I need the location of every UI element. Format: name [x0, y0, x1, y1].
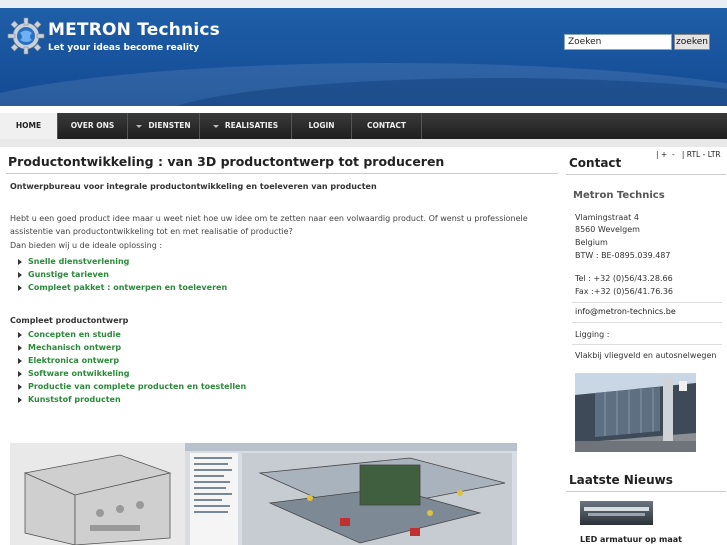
brand-tagline: Let your ideas become reality	[48, 43, 200, 53]
address-line: Vlamingstraat 4	[575, 213, 639, 222]
contact-heading: Contact	[569, 156, 622, 170]
vat-number: BTW : BE-0895.039.487	[575, 251, 671, 260]
nav-item-over-ons[interactable]: OVER ONS	[58, 113, 128, 139]
nav-item-home[interactable]: HOME	[0, 113, 58, 139]
gear-logo-icon[interactable]	[6, 16, 46, 56]
nav-subbar	[0, 139, 727, 147]
section-list: Concepten en studie Mechanisch ontwerp E…	[6, 328, 558, 406]
fax-number: Fax :+32 (0)56/41.76.36	[575, 287, 673, 296]
news-item-link[interactable]: LED armatuur op maat	[580, 535, 682, 544]
list-item[interactable]: Concepten en studie	[18, 328, 558, 341]
font-increase-button[interactable]: +	[661, 150, 667, 159]
list-item[interactable]: Productie van complete producten en toes…	[18, 380, 558, 393]
list-item[interactable]: Compleet pakket : ontwerpen en toelevere…	[18, 281, 558, 294]
divider	[572, 344, 722, 345]
divider	[572, 302, 722, 303]
list-item[interactable]: Software ontwikkeling	[18, 367, 558, 380]
text-controls: | + - | RTL - LTR	[656, 150, 721, 159]
intro-paragraph: Hebt u een goed product idee maar u weet…	[10, 214, 528, 236]
news-thumbnail[interactable]	[580, 501, 653, 525]
news-heading: Laatste Nieuws	[569, 473, 673, 487]
offer-list: Snelle dienstverlening Gunstige tarieven…	[6, 255, 558, 294]
section-heading: Compleet productontwerp	[10, 316, 129, 325]
page-title: Productontwikkeling : van 3D productontw…	[6, 152, 558, 174]
address-line: Belgium	[575, 238, 608, 247]
phone-number: Tel : +32 (0)56/43.28.66	[575, 274, 673, 283]
search-button[interactable]: zoeken	[674, 34, 710, 50]
font-decrease-button[interactable]: -	[672, 150, 675, 159]
product-design-image	[10, 443, 517, 545]
chevron-down-icon	[136, 124, 143, 128]
list-item[interactable]: Elektronica ontwerp	[18, 354, 558, 367]
location-text: Vlakbij vliegveld en autosnelwegen	[575, 351, 717, 360]
nav-label-over-ons: OVER ONS	[70, 121, 115, 130]
nav-item-realisaties[interactable]: REALISATIES	[200, 113, 292, 139]
nav-label-login: LOGIN	[308, 121, 335, 130]
divider	[566, 174, 726, 175]
main-nav: HOME OVER ONS DIENSTEN REALISATIES LOGIN…	[0, 113, 727, 139]
search-input[interactable]	[564, 34, 672, 50]
divider	[566, 491, 726, 492]
list-item[interactable]: Gunstige tarieven	[18, 268, 558, 281]
address-line: 8560 Wevelgem	[575, 225, 640, 234]
company-name: Metron Technics	[573, 190, 665, 201]
nav-item-login[interactable]: LOGIN	[292, 113, 352, 139]
rtl-ltr-toggle[interactable]: RTL - LTR	[687, 150, 721, 159]
email-link[interactable]: info@metron-technics.be	[575, 307, 676, 316]
brand-title[interactable]: METRON Technics	[48, 20, 220, 40]
page-subtitle: Ontwerpbureau voor integrale productontw…	[10, 182, 377, 191]
list-item[interactable]: Snelle dienstverlening	[18, 255, 558, 268]
offer-intro: Dan bieden wij u de ideale oplossing :	[10, 241, 163, 250]
nav-label-realisaties: REALISATIES	[224, 121, 279, 130]
top-strip	[0, 0, 727, 8]
site-header: METRON Technics Let your ideas become re…	[0, 8, 727, 106]
divider	[572, 322, 722, 323]
list-item[interactable]: Kunststof producten	[18, 393, 558, 406]
nav-label-contact: CONTACT	[366, 121, 407, 130]
chevron-down-icon	[212, 124, 219, 128]
nav-label-diensten: DIENSTEN	[148, 121, 191, 130]
nav-item-contact[interactable]: CONTACT	[352, 113, 422, 139]
main-content: Productontwikkeling : van 3D productontw…	[6, 152, 558, 406]
nav-label-home: HOME	[15, 121, 42, 130]
nav-item-diensten[interactable]: DIENSTEN	[128, 113, 200, 139]
building-photo[interactable]	[575, 373, 696, 452]
location-label: Ligging :	[575, 330, 610, 339]
list-item[interactable]: Mechanisch ontwerp	[18, 341, 558, 354]
